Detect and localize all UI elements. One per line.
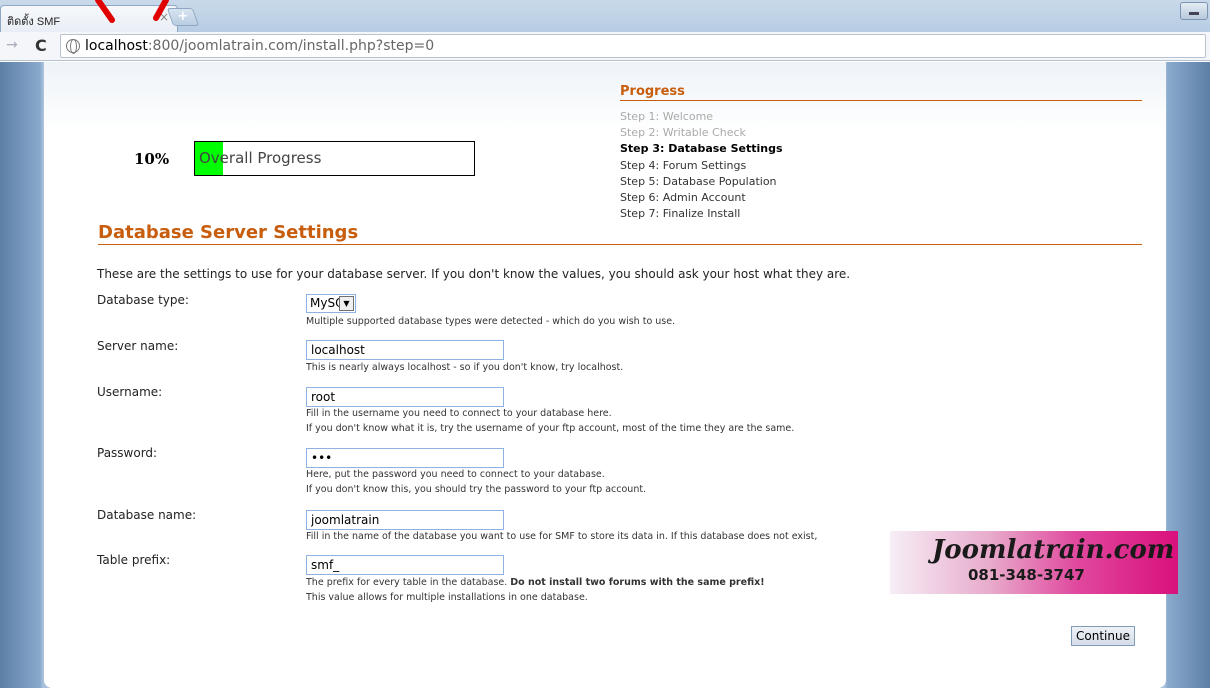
table-prefix-hint-text: The prefix for every table in the databa…	[306, 577, 511, 588]
username-hint-line: Fill in the username you need to connect…	[306, 408, 612, 419]
minimize-icon	[1189, 12, 1199, 15]
server-name-hint: This is nearly always localhost - so if …	[306, 362, 624, 373]
password-label: Password:	[97, 446, 158, 460]
progress-heading: Progress	[620, 84, 1142, 101]
step-item: Step 5: Database Population	[620, 174, 777, 188]
plus-icon: +	[177, 9, 189, 24]
password-input[interactable]	[306, 448, 504, 468]
url-path: :800/joomlatrain.com/install.php?step=0	[147, 38, 435, 54]
step-item: Step 1: Welcome	[620, 110, 714, 123]
username-hint-line: If you don't know what it is, try the us…	[306, 422, 795, 434]
table-prefix-label: Table prefix:	[97, 553, 171, 567]
table-prefix-hint: The prefix for every table in the databa…	[306, 576, 765, 605]
address-bar[interactable]: localhost:800/joomlatrain.com/install.ph…	[60, 34, 1206, 58]
browser-toolbar: → C localhost:800/joomlatrain.com/instal…	[0, 32, 1210, 61]
url-host: localhost	[85, 38, 148, 54]
step-item: Step 4: Forum Settings	[620, 158, 747, 172]
reload-icon[interactable]: C	[35, 36, 47, 55]
continue-button[interactable]: Continue	[1071, 626, 1135, 646]
server-name-label: Server name:	[97, 339, 179, 353]
banner-phone: 081-348-3747	[968, 566, 1085, 584]
db-name-label: Database name:	[97, 508, 197, 522]
install-panel: Progress Step 1: Welcome Step 2: Writabl…	[44, 62, 1178, 688]
joomlatrain-banner: Joomlatrain.com 081-348-3747	[890, 531, 1178, 594]
overall-percent: 10%	[134, 150, 170, 168]
new-tab-button[interactable]: +	[166, 8, 200, 26]
tab-title: ติดตั้ง SMF	[7, 16, 61, 28]
globe-icon	[66, 39, 80, 54]
table-prefix-hint-line: This value allows for multiple installat…	[306, 591, 588, 603]
username-hint: Fill in the username you need to connect…	[306, 407, 794, 436]
password-hint-line: Here, put the password you need to conne…	[306, 469, 605, 480]
progress-bar-label: Overall Progress	[199, 149, 322, 167]
section-title: Database Server Settings	[98, 222, 1142, 245]
browser-tab-bar: ติดตั้ง SMF × +	[0, 0, 1210, 32]
server-name-input[interactable]	[306, 340, 504, 360]
username-label: Username:	[97, 385, 163, 399]
step-item-current: Step 3: Database Settings	[620, 142, 783, 156]
overall-progress-bar: Overall Progress	[194, 141, 475, 176]
db-type-hint: Multiple supported database types were d…	[306, 316, 676, 327]
table-prefix-warning: Do not install two forums with the same …	[510, 577, 765, 588]
url-text: localhost:800/joomlatrain.com/install.ph…	[85, 38, 434, 54]
forward-arrow-icon[interactable]: →	[6, 37, 18, 53]
step-item: Step 2: Writable Check	[620, 126, 746, 140]
db-name-hint: Fill in the name of the database you wan…	[306, 531, 818, 542]
table-prefix-input[interactable]	[306, 555, 504, 575]
minimize-button[interactable]	[1180, 2, 1208, 20]
chevron-down-icon[interactable]: ▼	[339, 296, 354, 311]
db-name-input[interactable]	[306, 510, 504, 530]
password-hint-line: If you don't know this, you should try t…	[306, 483, 647, 495]
browser-tab[interactable]: ติดตั้ง SMF ×	[0, 5, 178, 32]
table-prefix-hint-line: The prefix for every table in the databa…	[306, 576, 765, 591]
intro-text: These are the settings to use for your d…	[97, 267, 851, 281]
username-input[interactable]	[306, 387, 504, 407]
step-item: Step 6: Admin Account	[620, 191, 746, 205]
banner-site-name: Joomlatrain.com	[932, 535, 1175, 565]
db-type-label: Database type:	[97, 293, 189, 307]
step-item: Step 7: Finalize Install	[620, 207, 741, 221]
password-hint: Here, put the password you need to conne…	[306, 468, 646, 497]
db-type-select[interactable]: MySQL ▼	[306, 294, 356, 313]
step-list: Step 1: Welcome Step 2: Writable Check S…	[620, 109, 783, 222]
